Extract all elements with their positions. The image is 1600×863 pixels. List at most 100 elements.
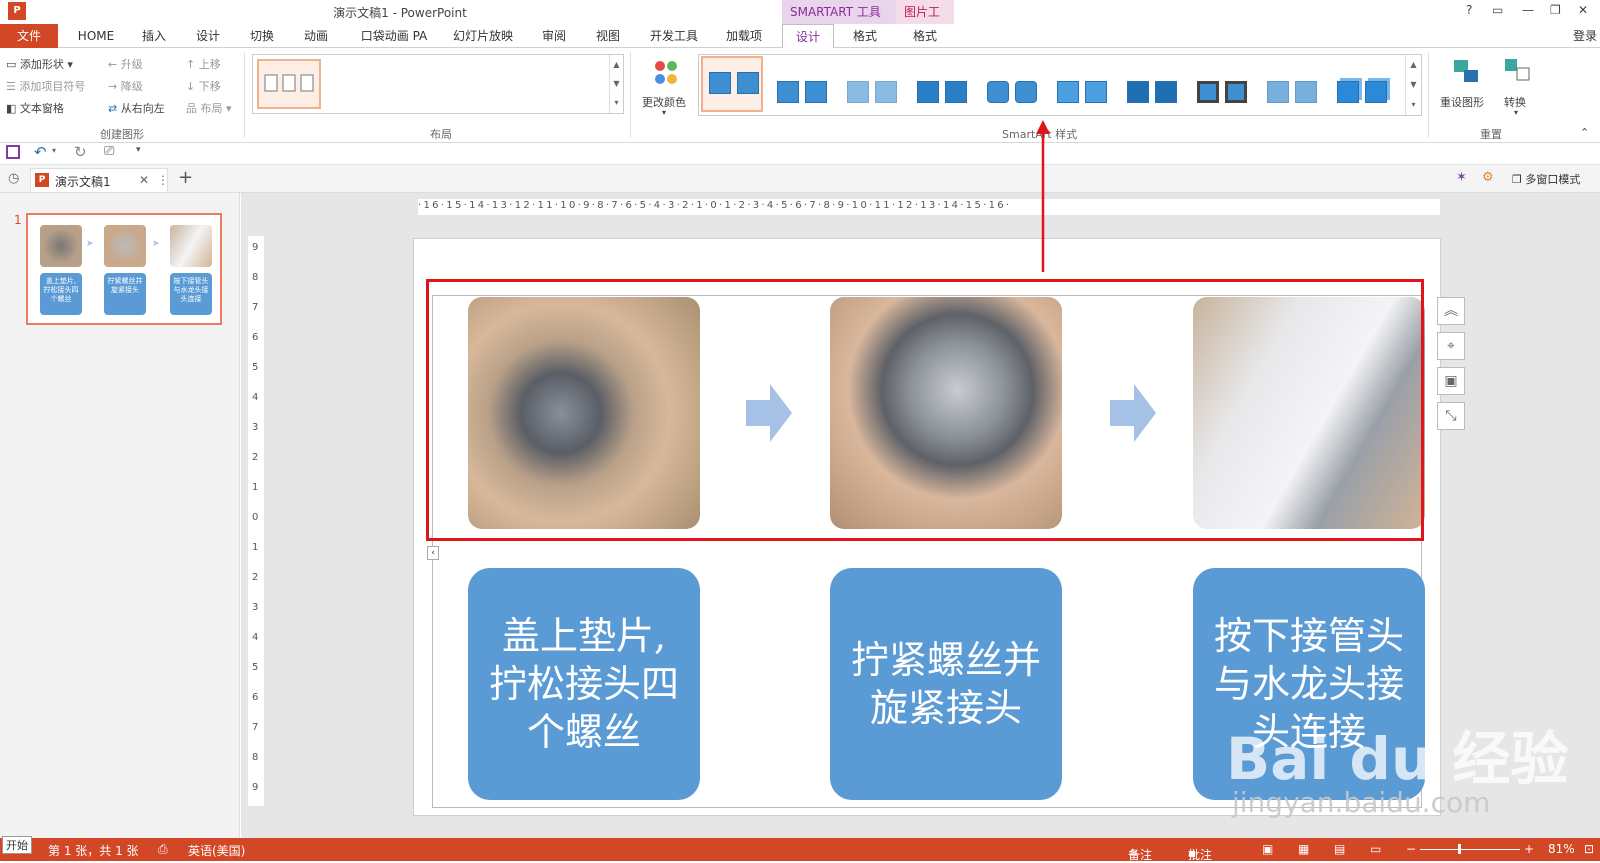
style-thumb[interactable]	[911, 67, 973, 113]
thumb-arrow-icon: ➤	[152, 239, 160, 249]
add-shape-button[interactable]: ▭ 添加形状 ▾	[6, 56, 73, 72]
tab-slideshow[interactable]: 幻灯片放映	[446, 24, 520, 48]
reading-view-icon[interactable]: ▤	[1334, 842, 1345, 856]
tab-picture-format[interactable]: 格式	[896, 24, 954, 48]
multi-window-button[interactable]: ❐ 多窗口模式	[1512, 171, 1580, 187]
tab-animations[interactable]: 动画	[290, 24, 342, 48]
fit-slide-icon[interactable]: ⊡	[1584, 842, 1594, 856]
collapse-ribbon-icon[interactable]: ⌃	[1580, 126, 1589, 139]
reset-graphic-button[interactable]: 重设图形	[1440, 54, 1494, 118]
add-bullet-button[interactable]: ☰ 添加项目符号	[6, 78, 85, 94]
style-thumb[interactable]	[1051, 67, 1113, 113]
convert-button[interactable]: 转换 ▾	[1498, 54, 1538, 118]
new-tab-icon[interactable]: +	[178, 167, 193, 188]
tab-design-main[interactable]: 设计	[182, 24, 234, 48]
title-bar: P 演示文稿1 - PowerPoint SMARTART 工具 图片工具 ? …	[0, 0, 1600, 43]
text-pane-button[interactable]: ◧ 文本窗格	[6, 100, 64, 116]
tab-developer[interactable]: 开发工具	[644, 24, 704, 48]
style-thumb[interactable]	[1261, 67, 1323, 113]
style-thumb[interactable]	[1191, 67, 1253, 113]
status-bar: 开始 第 1 张，共 1 张 ⎙ 英语(美国) ≐ 备注 ▪ 批注 ▣ ▦ ▤ …	[0, 836, 1600, 862]
thumb-card-text: 拧紧螺丝并旋紧接头	[104, 273, 146, 315]
move-up-button[interactable]: ↑ 上移	[186, 56, 221, 72]
move-down-button[interactable]: ↓ 下移	[186, 78, 221, 94]
tab-file[interactable]: 文件	[0, 24, 58, 48]
language-indicator[interactable]: 英语(美国)	[188, 842, 245, 859]
tab-smartart-design[interactable]: 设计	[782, 24, 834, 49]
demote-button[interactable]: → 降级	[108, 78, 143, 94]
minimize-icon[interactable]: —	[1522, 3, 1534, 17]
divider	[630, 52, 631, 138]
customize-qat-icon[interactable]: ▾	[136, 145, 141, 155]
tab-insert[interactable]: 插入	[128, 24, 180, 48]
ribbon: ▭ 添加形状 ▾ ☰ 添加项目符号 ◧ 文本窗格 ← 升级 → 降级 ⇄ 从右向…	[0, 48, 1600, 143]
layout-dropdown-button[interactable]: 品 布局 ▾	[186, 100, 232, 116]
ruler-tick-label: 1	[252, 542, 259, 553]
style-thumb[interactable]	[1331, 67, 1393, 113]
promote-button[interactable]: ← 升级	[108, 56, 143, 72]
more-icon[interactable]: ⋮	[157, 173, 169, 187]
arrange-icon[interactable]: ▣	[1437, 367, 1465, 395]
help-icon[interactable]: ?	[1466, 3, 1472, 17]
tab-view[interactable]: 视图	[582, 24, 634, 48]
quick-access-toolbar: ↶ ▾ ↻ ⎚ ▾	[0, 143, 1600, 165]
gallery-scroll[interactable]: ▲ ▼ ▾	[1405, 55, 1421, 115]
group-label-create: 创建图形	[100, 128, 144, 141]
history-icon[interactable]: ◷	[8, 171, 19, 186]
right-to-left-button[interactable]: ⇄ 从右向左	[108, 100, 165, 116]
spellcheck-icon[interactable]: ⎙	[158, 842, 168, 857]
wand-icon[interactable]: ✶	[1456, 170, 1467, 185]
step-card-2[interactable]: 拧紧螺丝并旋紧接头	[830, 568, 1062, 800]
tab-pocket-animation[interactable]: 口袋动画 PA	[352, 24, 436, 48]
thumb-photo	[170, 225, 212, 267]
text-pane-toggle-icon[interactable]: ‹	[427, 546, 439, 560]
style-thumb[interactable]	[1121, 67, 1183, 113]
save-icon[interactable]	[6, 145, 20, 159]
zoom-slider[interactable]	[1420, 849, 1520, 850]
tab-transitions[interactable]: 切换	[236, 24, 288, 48]
ruler-tick-label: 5	[252, 362, 259, 373]
tab-review[interactable]: 审阅	[528, 24, 580, 48]
tab-addins[interactable]: 加载项	[716, 24, 772, 48]
gallery-scroll[interactable]: ▲ ▼ ▾	[609, 55, 623, 113]
style-thumb[interactable]	[841, 67, 903, 113]
layout-gallery[interactable]: ▲ ▼ ▾	[252, 54, 624, 114]
restore-icon[interactable]: ❐	[1550, 3, 1561, 17]
close-tab-icon[interactable]: ✕	[139, 173, 149, 187]
convert-icon	[1505, 59, 1530, 81]
resize-icon[interactable]: ⤡	[1437, 402, 1465, 430]
change-colors-button[interactable]: 更改颜色 ▾	[640, 54, 692, 118]
undo-icon[interactable]: ↶	[34, 143, 47, 161]
layout-options-icon[interactable]: ︽	[1437, 297, 1465, 325]
style-thumb[interactable]	[771, 67, 833, 113]
slide-thumbnail[interactable]: ➤ ➤ 盖上垫片,拧松接头四个螺丝 拧紧螺丝并旋紧接头 按下接管头与水龙头接头连…	[26, 213, 222, 325]
smartart-styles-gallery[interactable]: ▲ ▼ ▾	[698, 54, 1422, 116]
style-thumb[interactable]	[981, 67, 1043, 113]
step-card-1[interactable]: 盖上垫片,拧松接头四个螺丝	[468, 568, 700, 800]
zoom-out-icon[interactable]: −	[1406, 842, 1416, 856]
close-icon[interactable]: ✕	[1578, 3, 1588, 17]
horizontal-ruler: ·16·15·14·13·12·11·10·9·8·7·6·5·4·3·2·1·…	[418, 199, 1440, 215]
crop-icon[interactable]: ⌖	[1437, 332, 1465, 360]
login-link[interactable]: 登录	[1570, 24, 1600, 48]
style-thumb-selected[interactable]	[701, 56, 763, 112]
ruler-tick-label: 8	[252, 752, 259, 763]
zoom-slider-thumb[interactable]	[1458, 844, 1461, 854]
normal-view-icon[interactable]: ▣	[1262, 842, 1273, 856]
slide-sorter-icon[interactable]: ▦	[1298, 842, 1309, 856]
doc-tab-active[interactable]: P 演示文稿1 ✕ ⋮	[30, 168, 169, 192]
ribbon-display-icon[interactable]: ▭	[1492, 3, 1503, 17]
slideshow-view-icon[interactable]: ▭	[1370, 842, 1381, 856]
ruler-tick-label: 9	[252, 242, 259, 253]
chevron-down-icon[interactable]: ▾	[52, 146, 56, 155]
zoom-in-icon[interactable]: +	[1524, 842, 1534, 856]
redo-icon[interactable]: ↻	[74, 143, 87, 161]
group-label-reset: 重置	[1480, 128, 1502, 141]
gear-icon[interactable]: ⚙	[1482, 170, 1494, 185]
zoom-level[interactable]: 81%	[1548, 842, 1575, 856]
tab-home[interactable]: HOME	[70, 24, 122, 48]
tab-smartart-format[interactable]: 格式	[836, 24, 894, 48]
presentation-icon[interactable]: ⎚	[104, 144, 114, 159]
chevron-down-icon: ▾	[662, 108, 667, 117]
layout-thumb-selected[interactable]	[257, 59, 321, 109]
